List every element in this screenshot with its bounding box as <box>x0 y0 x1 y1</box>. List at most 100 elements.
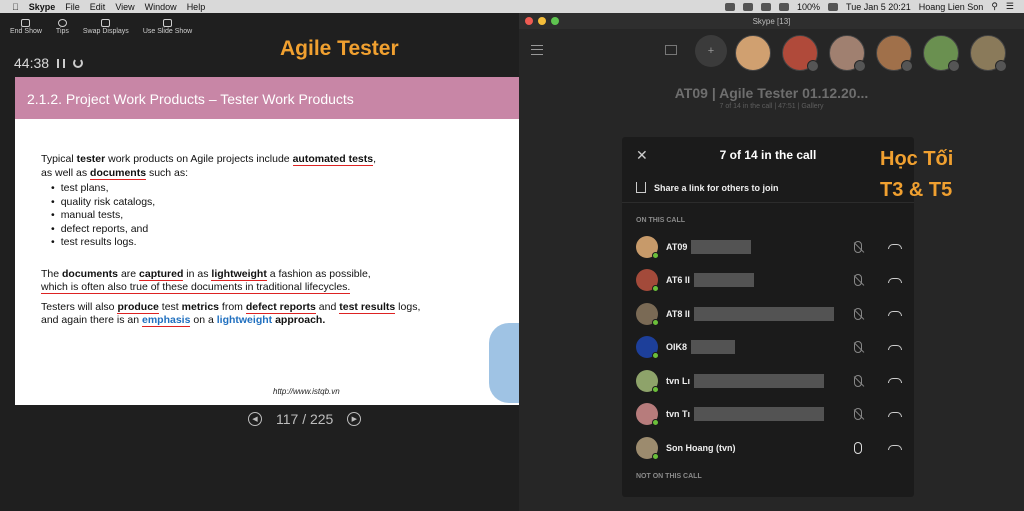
search-icon[interactable]: ⚲ <box>991 1 998 12</box>
mic-muted-icon[interactable] <box>854 374 862 387</box>
participant-row[interactable]: AT09 <box>622 230 914 264</box>
use-slide-show-button[interactable]: Use Slide Show <box>143 19 192 35</box>
screen-layout-icon[interactable] <box>665 45 677 55</box>
participant-row[interactable]: AT8 II <box>622 297 914 331</box>
class-schedule-overlay: Học Tối T3 & T5 <box>880 148 954 201</box>
participant-name: AT09 <box>666 241 688 252</box>
participant-avatar[interactable] <box>829 35 866 72</box>
previous-slide-icon[interactable]: ◀ <box>248 412 262 426</box>
participant-name: AT6 II <box>666 275 690 286</box>
wifi-icon[interactable] <box>761 2 772 11</box>
menu-icon[interactable] <box>531 45 543 55</box>
participant-name: tvn Lı <box>666 375 690 386</box>
info-icon <box>57 19 67 27</box>
slide-paragraph: The documents are captured in as lightwe… <box>41 267 371 294</box>
volume-icon[interactable] <box>779 2 790 11</box>
tips-button[interactable]: Tips <box>56 19 69 35</box>
remove-from-call-icon[interactable] <box>888 344 902 350</box>
participant-count: 7 of 14 in the call <box>719 148 817 162</box>
online-status-icon <box>652 385 659 393</box>
participant-name: OIK8 <box>666 342 688 353</box>
participant-row[interactable]: tvn Tı <box>622 398 914 432</box>
user-name[interactable]: Hoang Lien Son <box>919 2 984 12</box>
participant-name: Son Hoang (tvn) <box>666 442 736 453</box>
timer-value: 44:38 <box>14 55 50 71</box>
overlay-title: Agile Tester <box>280 37 399 60</box>
mic-muted-icon[interactable] <box>854 240 862 253</box>
participant-list: AT09 AT6 II AT8 II OIK8 tvn Lı tvn Tı Son Hoan… <box>622 230 914 465</box>
end-show-button[interactable]: End Show <box>10 19 42 35</box>
close-icon[interactable]: ✕ <box>636 147 648 164</box>
participants-panel: ✕ 7 of 14 in the call Share a link for o… <box>622 137 914 497</box>
redacted-name <box>693 306 834 321</box>
slide-bullet-list: test plans, quality risk catalogs, manua… <box>51 182 519 250</box>
list-item: quality risk catalogs, <box>51 196 519 210</box>
status-icon[interactable] <box>743 2 754 11</box>
status-icon[interactable] <box>725 2 736 11</box>
remove-from-call-icon[interactable] <box>888 244 902 250</box>
online-status-icon <box>652 285 659 293</box>
meeting-title: AT09 | Agile Tester 01.12.20... <box>674 85 869 101</box>
participant-name: AT8 II <box>666 308 690 319</box>
share-link-button[interactable]: Share a link for others to join <box>622 173 914 203</box>
battery-label[interactable]: 100% <box>797 2 820 12</box>
page-indicator: 117 / 225 <box>276 411 334 427</box>
timer: 44:38 <box>14 55 84 71</box>
mic-muted-icon[interactable] <box>854 274 862 287</box>
online-status-icon <box>652 352 659 360</box>
menu-help[interactable]: Help <box>187 2 206 12</box>
battery-icon[interactable] <box>828 2 839 11</box>
participant-avatar[interactable] <box>970 35 1007 72</box>
menu-window[interactable]: Window <box>145 2 177 12</box>
participant-row[interactable]: Son Hoang (tvn) <box>622 431 914 465</box>
participant-row[interactable]: OIK8 <box>622 331 914 365</box>
remove-from-call-icon[interactable] <box>888 277 902 283</box>
skype-window: Skype [13] + AT09 | Agile Tester 01.12.2… <box>519 13 1024 511</box>
reset-timer-icon[interactable] <box>73 58 84 68</box>
online-status-icon <box>652 452 659 460</box>
remove-from-call-icon[interactable] <box>888 411 902 417</box>
clock[interactable]: Tue Jan 5 20:21 <box>846 2 911 12</box>
slideshow-icon <box>163 19 173 27</box>
participant-avatar[interactable] <box>876 35 913 72</box>
redacted-name <box>691 239 752 254</box>
next-slide-icon[interactable]: ▶ <box>347 412 362 426</box>
redacted-name <box>691 340 736 355</box>
menu-view[interactable]: View <box>115 2 134 12</box>
menu-edit[interactable]: Edit <box>90 2 106 12</box>
menu-file[interactable]: File <box>65 2 80 12</box>
avatar <box>636 336 659 360</box>
participant-row[interactable]: AT6 II <box>622 264 914 298</box>
add-participant-button[interactable]: + <box>695 35 727 67</box>
slide-pager: ◀ 117 / 225 ▶ <box>248 411 362 427</box>
remove-from-call-icon[interactable] <box>888 378 902 384</box>
mic-muted-icon <box>948 60 960 72</box>
avatar <box>636 403 659 427</box>
participant-avatar[interactable] <box>923 35 960 72</box>
swap-displays-button[interactable]: Swap Displays <box>83 19 129 35</box>
menu-app-name[interactable]: Skype <box>29 2 56 12</box>
avatar <box>636 269 659 293</box>
participant-avatar[interactable] <box>782 35 819 72</box>
remove-from-call-icon[interactable] <box>888 445 902 451</box>
list-item: defect reports, and <box>51 223 519 237</box>
pause-icon[interactable] <box>57 58 66 68</box>
current-slide: 2.1.2. Project Work Products – Tester Wo… <box>15 77 519 405</box>
mic-muted-icon[interactable] <box>854 307 862 320</box>
slide-footer-url: http://www.istqb.vn <box>273 387 340 396</box>
mic-icon[interactable] <box>854 441 862 454</box>
swap-icon <box>101 19 111 27</box>
call-header: + <box>519 29 1024 73</box>
mic-muted-icon[interactable] <box>854 408 862 421</box>
apple-icon[interactable]:  <box>12 2 19 12</box>
mic-muted-icon[interactable] <box>854 341 862 354</box>
slide-body: Typical tester work products on Agile pr… <box>15 119 519 328</box>
online-status-icon <box>652 419 659 427</box>
remove-from-call-icon[interactable] <box>888 311 902 317</box>
slide-heading: 2.1.2. Project Work Products – Tester Wo… <box>15 77 519 119</box>
menu-list-icon[interactable]: ☰ <box>1006 1 1014 12</box>
participant-row[interactable]: tvn Lı <box>622 364 914 398</box>
meeting-subtitle: 7 of 14 in the call | 47:51 | Gallery <box>719 103 824 110</box>
window-title: Skype [13] <box>752 16 791 26</box>
participant-avatar[interactable] <box>735 35 771 71</box>
